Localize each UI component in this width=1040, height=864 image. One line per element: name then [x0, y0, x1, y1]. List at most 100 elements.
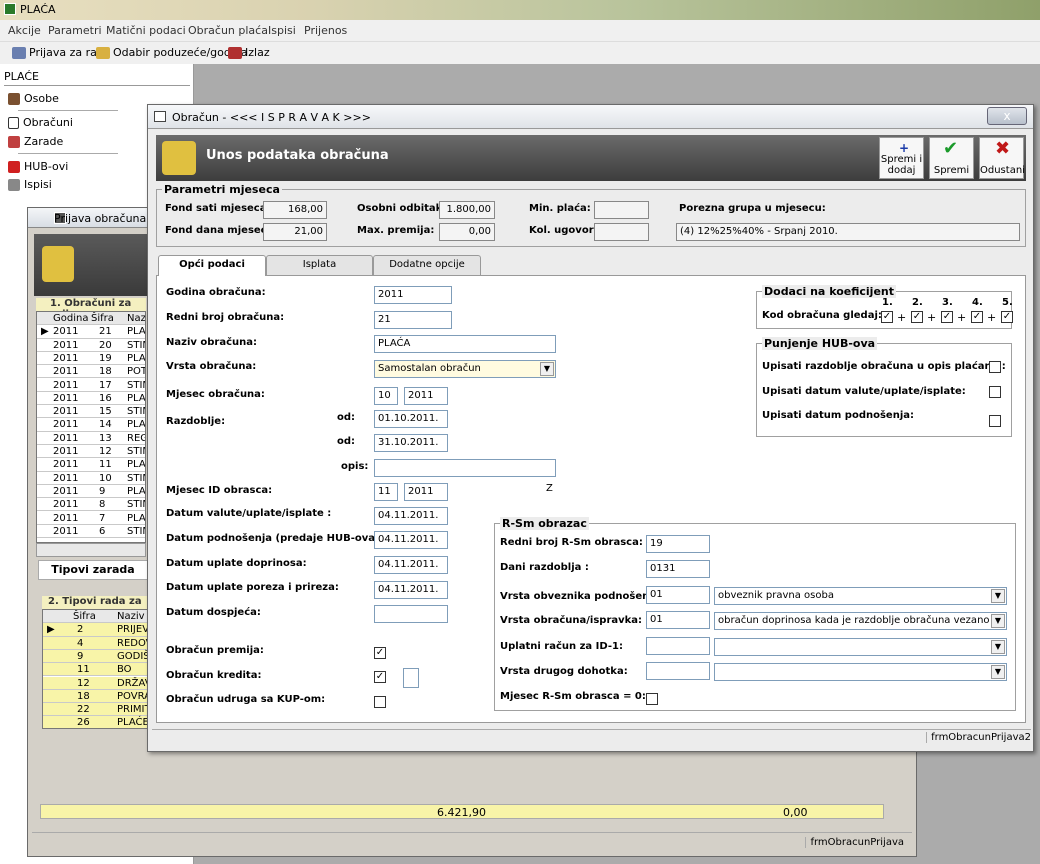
nav-item-ispisi[interactable]: Ispisi: [8, 178, 52, 191]
rsm-mjesec0-checkbox[interactable]: [646, 693, 658, 705]
koef-checkbox[interactable]: ✓: [971, 311, 983, 323]
datum-dospijeca-input[interactable]: [374, 605, 448, 623]
kol-ugovor-field[interactable]: [594, 223, 649, 241]
koef-checkbox[interactable]: ✓: [911, 311, 923, 323]
tab-tipovi-zarada[interactable]: Tipovi zarada: [38, 560, 148, 580]
chevron-down-icon[interactable]: ▼: [540, 362, 554, 376]
rsm-dohodak-select[interactable]: ▼: [714, 663, 1007, 681]
rsm-ispravka-select[interactable]: obračun doprinosa kada je razdoblje obra…: [714, 612, 1007, 630]
save-add-button[interactable]: + Spremi i dodaj: [879, 137, 924, 179]
menu-maticni[interactable]: Matični podaci: [106, 24, 186, 37]
table-row[interactable]: 12 DRŽAV: [43, 676, 147, 690]
datum-valute-input[interactable]: 04.11.2011.: [374, 507, 448, 525]
chevron-down-icon[interactable]: ▼: [991, 665, 1005, 679]
col-naziv[interactable]: Naziv: [117, 610, 145, 623]
datum-doprinosa-input[interactable]: 04.11.2011.: [374, 556, 448, 574]
table-row[interactable]: 2011 20 STIM: [37, 339, 145, 352]
table-row[interactable]: 2011 14 PLA: [37, 418, 145, 432]
opis-input[interactable]: [374, 459, 556, 477]
koef-checkbox[interactable]: ✓: [881, 311, 893, 323]
table-row[interactable]: 2011 6 STIM: [37, 525, 145, 539]
cancel-button[interactable]: ✖ Odustani: [979, 137, 1025, 179]
rsm-racun-code[interactable]: [646, 637, 710, 655]
menu-prijenos[interactable]: Prijenos: [304, 24, 347, 37]
table-row[interactable]: 2011 11 PLA: [37, 458, 145, 472]
save-button[interactable]: ✔ Spremi: [929, 137, 974, 179]
table-row[interactable]: 22 PRIMIT: [43, 703, 147, 717]
company-button[interactable]: Odabir poduzeće/godina: [96, 46, 248, 59]
table-row[interactable]: 2011 13 REG: [37, 432, 145, 445]
tab-opci-podaci[interactable]: Opći podaci: [158, 255, 266, 276]
col-naziv[interactable]: Naziv: [127, 312, 145, 325]
login-button[interactable]: Prijava za rad: [12, 46, 104, 59]
tipovi-rada-grid[interactable]: Šifra Naziv ▶2PRIJEV4REDOV9GODIŠ11BO RO1…: [42, 609, 148, 729]
premija-checkbox[interactable]: ✓: [374, 647, 386, 659]
datum-podnosenja-input[interactable]: 04.11.2011.: [374, 531, 448, 549]
od-input[interactable]: 01.10.2011.: [374, 410, 448, 428]
chevron-down-icon[interactable]: ▼: [991, 614, 1005, 628]
table-row[interactable]: 2011 7 PLA: [37, 512, 145, 525]
rsm-racun-select[interactable]: ▼: [714, 638, 1007, 656]
table-row[interactable]: 2011 16 PLA: [37, 392, 145, 406]
table-row[interactable]: 26 PLAĆE: [43, 716, 147, 728]
col-sifra[interactable]: Šifra: [73, 610, 96, 623]
menu-obracun[interactable]: Obračun plaća: [188, 24, 268, 37]
horizontal-scrollbar[interactable]: [36, 543, 146, 557]
nav-item-osobe[interactable]: Osobe: [8, 92, 59, 105]
osobni-field[interactable]: 1.800,00: [439, 201, 495, 219]
table-row[interactable]: 2011 19 PLA: [37, 352, 145, 366]
chevron-down-icon[interactable]: ▼: [991, 589, 1005, 603]
col-sifra[interactable]: Šifra: [91, 312, 114, 325]
menu-akcije[interactable]: Akcije: [8, 24, 41, 37]
exit-button[interactable]: Izlaz: [228, 46, 270, 59]
menu-parametri[interactable]: Parametri: [48, 24, 102, 37]
chevron-down-icon[interactable]: ▼: [991, 640, 1005, 654]
mjesec-id-godina-input[interactable]: 2011: [404, 483, 448, 501]
rsm-dohodak-code[interactable]: [646, 662, 710, 680]
mjesec-input[interactable]: 10: [374, 387, 398, 405]
nav-item-hub[interactable]: HUB-ovi: [8, 160, 68, 173]
close-button[interactable]: x: [987, 107, 1027, 125]
do-input[interactable]: 31.10.2011.: [374, 434, 448, 452]
hub-opt2-checkbox[interactable]: [989, 386, 1001, 398]
rsm-obveznik-select[interactable]: obveznik pravna osoba ▼: [714, 587, 1007, 605]
col-godina[interactable]: Godina: [53, 312, 88, 325]
nav-item-obracuni[interactable]: Obračuni: [8, 116, 73, 129]
rsm-redni-input[interactable]: 19: [646, 535, 710, 553]
table-row[interactable]: 2011 17 STIM: [37, 379, 145, 392]
min-placa-field[interactable]: [594, 201, 649, 219]
table-row[interactable]: 2011 12 STIM: [37, 445, 145, 459]
table-row[interactable]: 2011 10 STIM: [37, 472, 145, 485]
mjesec-godina-input[interactable]: 2011: [404, 387, 448, 405]
rsm-obveznik-code[interactable]: 01: [646, 586, 710, 604]
godina-input[interactable]: 2011: [374, 286, 452, 304]
udruga-checkbox[interactable]: [374, 696, 386, 708]
naziv-input[interactable]: PLAĆA: [374, 335, 556, 353]
vrsta-select[interactable]: Samostalan obračun ▼: [374, 360, 556, 378]
table-row[interactable]: ▶ 2011 21 PLA: [37, 325, 145, 339]
table-row[interactable]: 2011 8 STIM: [37, 498, 145, 512]
menu-ispisi[interactable]: Ispisi: [268, 24, 296, 37]
hub-opt3-checkbox[interactable]: [989, 415, 1001, 427]
hub-opt1-checkbox[interactable]: [989, 361, 1001, 373]
tab-dodatne-opcije[interactable]: Dodatne opcije: [373, 255, 481, 275]
table-row[interactable]: 2011 15 STIM: [37, 405, 145, 419]
koef-checkbox[interactable]: ✓: [941, 311, 953, 323]
table-row[interactable]: 2011 18 POT: [37, 365, 145, 379]
fond-dana-field[interactable]: 21,00: [263, 223, 327, 241]
kredita-checkbox[interactable]: ✓: [374, 671, 386, 683]
table-row[interactable]: 9 GODIŠ: [43, 649, 147, 664]
porezna-field[interactable]: (4) 12%25%40% - Srpanj 2010.: [676, 223, 1020, 241]
table-row[interactable]: 11BO RO: [43, 663, 147, 688]
max-premija-field[interactable]: 0,00: [439, 223, 495, 241]
table-row[interactable]: 4 REDOV: [43, 636, 147, 650]
mjesec-id-input[interactable]: 11: [374, 483, 398, 501]
obracuni-grid[interactable]: Godina Šifra Naziv ▶201121PLA201120STIM2…: [36, 311, 146, 543]
fond-sati-field[interactable]: 168,00: [263, 201, 327, 219]
datum-poreza-input[interactable]: 04.11.2011.: [374, 581, 448, 599]
koef-checkbox[interactable]: ✓: [1001, 311, 1013, 323]
tab-isplata[interactable]: Isplata: [266, 255, 373, 275]
rsm-ispravka-code[interactable]: 01: [646, 611, 710, 629]
table-row[interactable]: ▶ 2 PRIJEV: [43, 623, 147, 637]
redni-input[interactable]: 21: [374, 311, 452, 329]
